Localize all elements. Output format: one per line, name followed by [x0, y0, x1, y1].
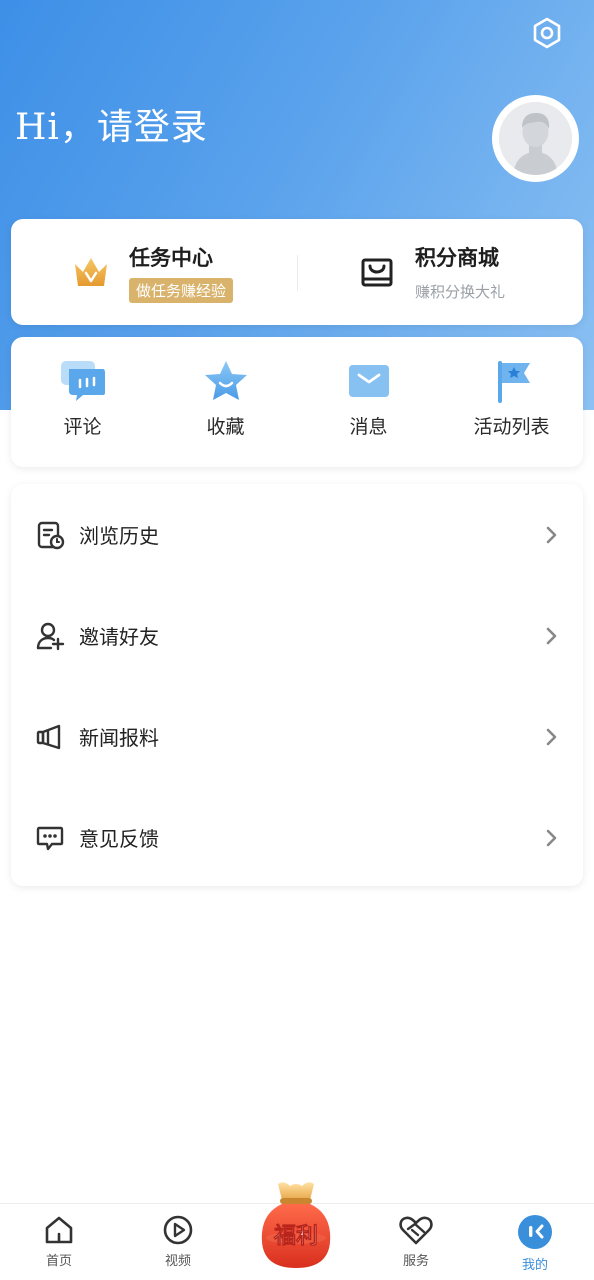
feedback-chat-icon: [36, 826, 64, 850]
menu-item-label: 邀请好友: [79, 625, 159, 649]
menu-item-label: 意见反馈: [79, 827, 159, 851]
task-center-badge: 做任务赚经验: [129, 277, 234, 303]
promo-card: 任务中心 做任务赚经验 积分商城 赚积分换大礼: [11, 219, 583, 325]
quick-message-label: 消息: [349, 416, 388, 438]
tab-mine-label: 我的: [521, 1258, 548, 1273]
quick-actions-card: 评论 收藏 消息 活动列表: [11, 337, 583, 467]
tab-mine[interactable]: 我的: [500, 1214, 570, 1273]
avatar[interactable]: [492, 95, 579, 182]
quick-message[interactable]: 消息: [297, 359, 440, 439]
flag-icon: [497, 361, 530, 403]
chevron-right-icon: [546, 829, 557, 846]
mine-face-icon: [518, 1215, 552, 1249]
task-center-entry[interactable]: 任务中心 做任务赚经验: [71, 219, 234, 325]
tab-home[interactable]: 首页: [24, 1214, 94, 1269]
envelope-icon: [348, 365, 389, 397]
points-mall-title: 积分商城: [415, 246, 499, 270]
quick-comment-label: 评论: [63, 416, 102, 438]
tab-video[interactable]: 视频: [143, 1214, 213, 1269]
history-document-icon: [37, 521, 65, 549]
task-center-title: 任务中心: [129, 245, 213, 270]
menu-item-browse-history[interactable]: 浏览历史: [11, 484, 583, 585]
menu-item-label: 新闻报料: [79, 726, 159, 750]
quick-comment[interactable]: 评论: [11, 359, 154, 439]
lucky-bag-icon: 福利: [261, 1182, 331, 1268]
chevron-right-icon: [546, 526, 557, 543]
tab-video-label: 视频: [164, 1254, 191, 1269]
shopping-bag-icon: [361, 258, 393, 287]
chevron-right-icon: [546, 627, 557, 644]
home-icon: [45, 1216, 73, 1244]
fuli-label: 福利: [273, 1224, 318, 1249]
points-mall-subtitle: 赚积分换大礼: [415, 283, 506, 301]
points-mall-entry[interactable]: 积分商城 赚积分换大礼: [359, 219, 505, 325]
menu-item-feedback[interactable]: 意见反馈: [11, 787, 583, 888]
menu-item-invite-friends[interactable]: 邀请好友: [11, 585, 583, 686]
quick-favorite-label: 收藏: [206, 416, 245, 438]
star-icon: [204, 361, 247, 400]
quick-activity-list[interactable]: 活动列表: [440, 359, 583, 439]
quick-favorite[interactable]: 收藏: [154, 359, 297, 439]
crown-icon: [75, 258, 107, 286]
play-circle-icon: [163, 1215, 193, 1245]
tab-home-label: 首页: [45, 1254, 72, 1269]
comment-bubbles-icon: [60, 361, 105, 401]
tab-service-label: 服务: [402, 1254, 429, 1269]
add-user-icon: [36, 622, 65, 650]
menu-item-news-tip[interactable]: 新闻报料: [11, 686, 583, 787]
tab-service[interactable]: 服务: [381, 1214, 451, 1269]
login-greeting[interactable]: Hi，请登录: [15, 98, 208, 150]
default-avatar-icon: [499, 102, 572, 175]
heart-handshake-icon: [399, 1216, 433, 1245]
promo-divider: [297, 255, 298, 291]
menu-item-label: 浏览历史: [79, 524, 159, 548]
chevron-right-icon: [546, 728, 557, 745]
settings-icon[interactable]: [530, 16, 564, 50]
menu-card: 浏览历史 邀请好友 新闻报料 意见反馈: [11, 484, 583, 886]
megaphone-icon: [36, 724, 61, 749]
quick-activity-list-label: 活动列表: [473, 416, 550, 438]
fuli-lucky-bag-button[interactable]: 福利: [254, 1180, 338, 1272]
